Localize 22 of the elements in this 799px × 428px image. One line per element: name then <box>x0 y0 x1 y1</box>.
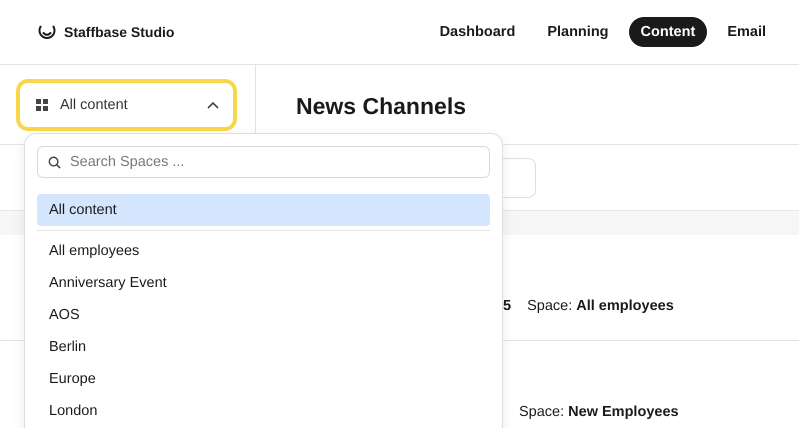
table-cell: 5 <box>503 298 512 314</box>
search-field[interactable]: Search Spaces ... <box>37 146 490 178</box>
menu-item[interactable]: AOS <box>37 299 490 331</box>
nav-tab[interactable]: Planning <box>535 17 621 47</box>
page-title: News Channels <box>295 92 466 121</box>
nav-tab[interactable]: Content <box>628 17 708 47</box>
space-text: Space: New Employees <box>519 404 679 420</box>
menu-item[interactable]: Anniversary Event <box>37 267 490 299</box>
brand-name: Staffbase Studio <box>64 24 174 40</box>
space-select[interactable]: All content <box>16 79 237 131</box>
menu-item[interactable]: Berlin <box>37 331 490 363</box>
search-icon <box>48 156 61 169</box>
menu-item[interactable]: All content <box>37 194 490 226</box>
menu-item[interactable]: London <box>37 395 490 427</box>
nav-tab[interactable]: Dashboard <box>428 17 528 47</box>
nav-tab[interactable]: Email <box>715 17 778 47</box>
space-text: Space: All employees <box>527 298 674 314</box>
menu-item[interactable]: All employees <box>37 235 490 267</box>
grid-icon <box>36 99 48 111</box>
smiley-logo-icon <box>38 23 56 41</box>
menu-item[interactable]: Europe <box>37 363 490 395</box>
chevron-icon <box>207 101 219 109</box>
